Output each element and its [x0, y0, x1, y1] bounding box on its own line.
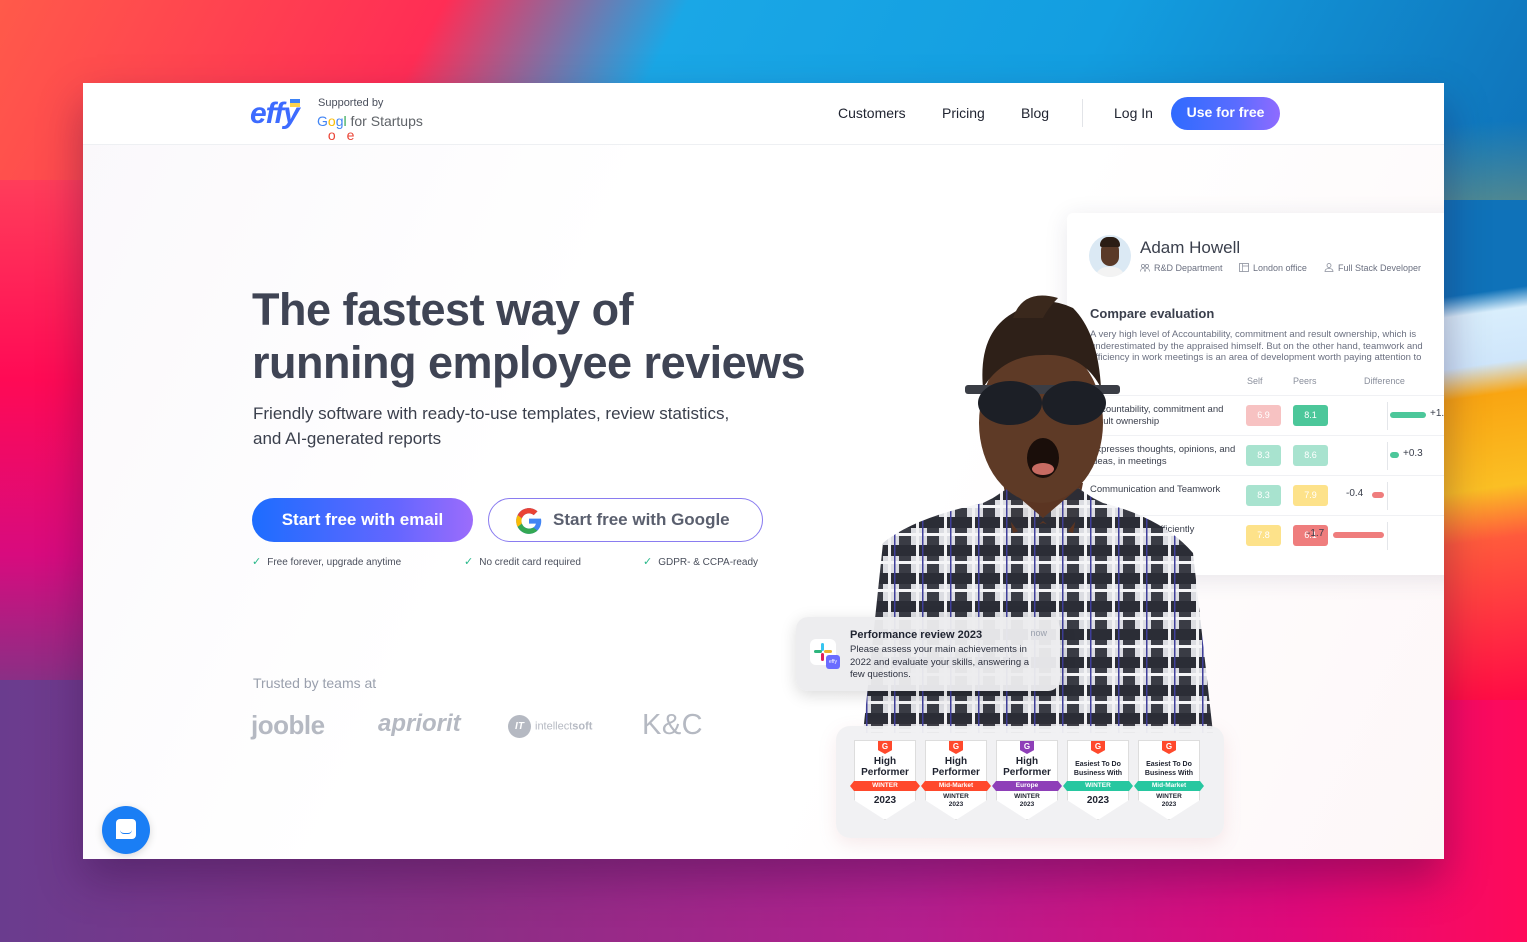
- start-free-google-button[interactable]: Start free with Google: [488, 498, 763, 542]
- self-score: 8.3: [1246, 445, 1281, 466]
- office-label: London office: [1253, 263, 1307, 273]
- badge-year: 2023: [1086, 795, 1110, 806]
- check-label: GDPR- & CCPA-ready: [658, 557, 759, 568]
- difference-axis: [1387, 442, 1388, 470]
- difference-bar: [1333, 532, 1384, 538]
- notification-time: now: [1030, 628, 1047, 638]
- check-icon: ✓: [643, 556, 653, 568]
- difference-axis: [1387, 522, 1388, 550]
- g2-badge: G Easiest To Do Business With Mid-Market WI…: [1138, 740, 1200, 820]
- check-icon: ✓: [252, 556, 262, 568]
- department: R&D Department: [1140, 263, 1223, 273]
- g2-badge: G Easiest To Do Business With WINTER 2023: [1067, 740, 1129, 820]
- building-icon: [1239, 263, 1249, 272]
- check-label: No credit card required: [479, 557, 581, 568]
- chat-bubble-icon: [116, 819, 136, 839]
- check-label: Free forever, upgrade anytime: [267, 557, 402, 568]
- nav-customers[interactable]: Customers: [838, 105, 906, 121]
- gfs-e: e: [346, 127, 355, 143]
- peers-score: 7.9: [1293, 485, 1328, 506]
- hero-title-line1: The fastest way of: [252, 284, 634, 335]
- badge-ribbon: WINTER: [850, 781, 920, 791]
- nav-blog[interactable]: Blog: [1021, 105, 1049, 121]
- trusted-by-label: Trusted by teams at: [253, 675, 377, 691]
- g2-awards: G High Performer WINTER 2023 G High Performer…: [836, 726, 1224, 838]
- g2-badge: G High Performer Europe WINTER 2023: [996, 740, 1058, 820]
- badge-title: High Performer: [861, 756, 909, 778]
- badge-ribbon: Mid-Market: [1134, 781, 1204, 791]
- intellectsoft-logo: IT intellectsoft: [508, 715, 592, 738]
- login-link[interactable]: Log In: [1114, 105, 1153, 121]
- difference-bar: [1372, 492, 1384, 498]
- difference-axis: [1387, 482, 1388, 510]
- apriorit-logo: apriorit: [378, 710, 461, 737]
- intellectsoft-icon: IT: [508, 715, 531, 738]
- supported-by-label: Supported by: [318, 97, 384, 109]
- difference-value: +0.3: [1403, 448, 1423, 459]
- google-for-startups-logo: Go ogl e for Startups: [317, 113, 423, 143]
- browser-page: effy Supported by Go ogl e for Startups Cu…: [83, 83, 1444, 859]
- google-g-icon: [516, 508, 542, 534]
- check-gdpr: ✓ GDPR- & CCPA-ready: [643, 555, 758, 568]
- hero-subtitle: Friendly software with ready-to-use temp…: [253, 404, 730, 448]
- badge-title: High Performer: [1003, 756, 1051, 778]
- avatar: [1089, 235, 1131, 277]
- intellect-text: intellect: [535, 720, 573, 733]
- nav-pricing[interactable]: Pricing: [942, 105, 985, 121]
- chat-widget-button[interactable]: [102, 806, 150, 854]
- difference-value: +1.2: [1430, 408, 1444, 419]
- hero-title-line2: running employee reviews: [252, 337, 806, 388]
- site-header: effy Supported by Go ogl e for Startups Cu…: [83, 83, 1444, 145]
- badge-ribbon: Mid-Market: [921, 781, 991, 791]
- difference-bar: [1390, 412, 1426, 418]
- self-score: 6.9: [1246, 405, 1281, 426]
- col-peers: Peers: [1293, 376, 1317, 386]
- badge-year: WINTER 2023: [1156, 793, 1182, 808]
- difference-bar: [1390, 452, 1399, 458]
- kc-logo: K&C: [642, 709, 704, 741]
- team-icon: [1140, 263, 1150, 272]
- g2-badge: G High Performer WINTER 2023: [854, 740, 916, 820]
- use-for-free-button[interactable]: Use for free: [1171, 97, 1280, 130]
- check-no-credit-card: ✓ No credit card required: [464, 555, 581, 568]
- jooble-logo: jooble: [251, 710, 325, 740]
- check-free-forever: ✓ Free forever, upgrade anytime: [252, 555, 401, 568]
- employee-name: Adam Howell: [1140, 238, 1241, 257]
- badge-year: 2023: [873, 795, 897, 806]
- difference-value: -1.7: [1307, 528, 1325, 539]
- badge-ribbon: Europe: [992, 781, 1062, 791]
- google-button-label: Start free with Google: [553, 510, 730, 529]
- col-self: Self: [1247, 376, 1263, 386]
- notification-title: Performance review 2023: [850, 629, 983, 641]
- notification-body: Please assess your main achievements in …: [850, 644, 1030, 680]
- check-icon: ✓: [464, 556, 474, 568]
- effy-badge-icon: effy: [826, 655, 840, 669]
- badge-year: WINTER 2023: [943, 793, 969, 808]
- difference-value: -0.4: [1346, 488, 1364, 499]
- peers-score: 8.1: [1293, 405, 1328, 426]
- department-label: R&D Department: [1154, 263, 1223, 273]
- badge-title: Easiest To Do Business With: [1073, 761, 1123, 777]
- ukraine-flag-icon: [290, 99, 300, 107]
- difference-axis: [1387, 402, 1388, 430]
- peers-score: 8.6: [1293, 445, 1328, 466]
- badge-title: Easiest To Do Business With: [1144, 761, 1194, 777]
- self-score: 8.3: [1246, 485, 1281, 506]
- self-score: 7.8: [1246, 525, 1281, 546]
- nav-divider: [1082, 99, 1083, 127]
- badge-year: WINTER 2023: [1014, 793, 1040, 808]
- g2-badge: G High Performer Mid-Market WINTER 2023: [925, 740, 987, 820]
- gfs-g: G: [317, 113, 328, 129]
- slack-notification[interactable]: effy Performance review 2023 now Please …: [796, 617, 1060, 691]
- role: Full Stack Developer: [1324, 263, 1421, 273]
- start-free-email-button[interactable]: Start free with email: [252, 498, 473, 542]
- soft-text: soft: [572, 720, 593, 733]
- badge-title: High Performer: [932, 756, 980, 778]
- badge-ribbon: WINTER: [1063, 781, 1133, 791]
- col-difference: Difference: [1364, 376, 1405, 386]
- role-label: Full Stack Developer: [1338, 263, 1422, 273]
- person-icon: [1324, 263, 1334, 272]
- office: London office: [1239, 263, 1307, 273]
- hero-title: The fastest way of running employee revi…: [252, 283, 806, 389]
